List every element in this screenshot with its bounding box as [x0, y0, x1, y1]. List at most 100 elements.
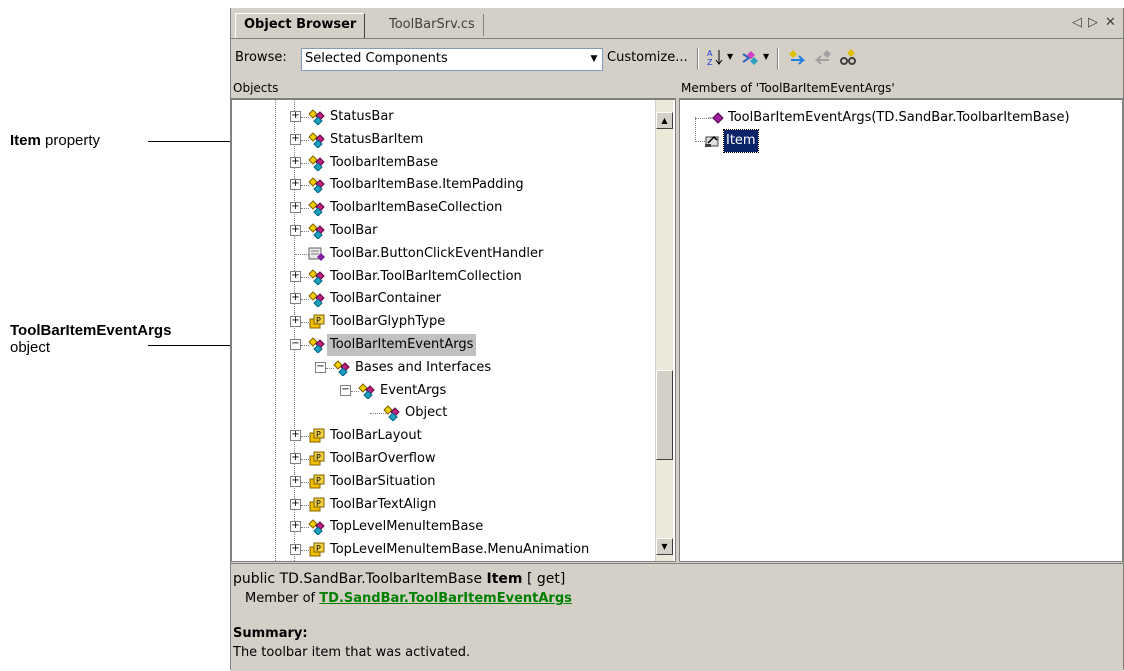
expand-icon[interactable]: +	[290, 111, 301, 122]
property-icon	[704, 133, 722, 149]
tree-item[interactable]: + P TopLevelMenuItemBase.MenuAnimation	[232, 539, 652, 561]
object-browser-window: Object Browser ToolBarSrv.cs ◁ ▷ ✕ Brows…	[230, 8, 1124, 671]
objects-scrollbar[interactable]: ▲ ▼	[655, 100, 673, 561]
callout-item-rest: property	[40, 132, 101, 149]
tree-item[interactable]: + ToolBarContainer	[232, 288, 652, 310]
tree-item[interactable]: − ToolBarItemEventArgs	[232, 334, 652, 356]
member-of-link[interactable]: TD.SandBar.ToolBarItemEventArgs	[319, 591, 572, 606]
tree-item[interactable]: + P ToolBarGlyphType	[232, 311, 652, 333]
class-icon	[308, 268, 326, 286]
tree-item[interactable]: + P ToolBarLayout	[232, 425, 652, 447]
tree-item[interactable]: + P ToolBarOverflow	[232, 448, 652, 470]
description-pane: public TD.SandBar.ToolbarItemBase Item […	[231, 563, 1123, 671]
tree-item-label: ToolbarItemBase.ItemPadding	[330, 177, 524, 193]
go-forward-icon[interactable]	[813, 48, 833, 70]
member-connector	[695, 118, 709, 119]
tree-item[interactable]: + StatusBar	[232, 106, 652, 128]
tree-item[interactable]: ToolBar.ButtonClickEventHandler	[232, 243, 652, 265]
scroll-tabs-left-icon[interactable]: ◁	[1072, 15, 1082, 30]
browser-toolbar: Browse: Selected Components ▼ Customize.…	[231, 46, 1123, 72]
expand-icon[interactable]: +	[290, 133, 301, 145]
expand-icon[interactable]: +	[290, 225, 301, 236]
members-list[interactable]: ToolBarItemEventArgs(TD.SandBar.ToolbarI…	[679, 99, 1123, 562]
sort-alpha-icon[interactable]: AZ	[707, 48, 723, 70]
toolbar-separator-2	[777, 48, 779, 70]
expand-icon[interactable]: +	[290, 270, 301, 282]
enum-icon: P	[308, 542, 326, 558]
tab-toolbarsrv[interactable]: ToolBarSrv.cs	[381, 14, 484, 36]
tab-object-browser[interactable]: Object Browser	[235, 13, 366, 38]
filter-dropdown-icon[interactable]: ▼	[763, 52, 769, 61]
expand-icon[interactable]: +	[290, 453, 301, 464]
tree-item-label: ToolBarLayout	[330, 428, 422, 444]
browse-scope-select[interactable]: Selected Components ▼	[301, 48, 603, 71]
method-icon	[708, 110, 726, 126]
expand-icon[interactable]: +	[290, 498, 301, 510]
signature-name: Item	[486, 571, 523, 587]
sort-dropdown-icon[interactable]: ▼	[727, 52, 733, 61]
svg-text:P: P	[316, 430, 321, 439]
scroll-tabs-right-icon[interactable]: ▷	[1088, 15, 1098, 30]
find-symbol-icon[interactable]	[839, 48, 859, 70]
scroll-thumb[interactable]	[656, 370, 673, 460]
class-icon	[308, 154, 326, 172]
callout-item-bold: Item	[10, 132, 41, 149]
tree-item-label: ToolBar.ButtonClickEventHandler	[330, 245, 544, 261]
enum-icon: P	[308, 497, 326, 513]
member-item-row[interactable]: Item	[680, 129, 1120, 153]
collapse-icon[interactable]: −	[290, 339, 301, 350]
tree-item-label: TopLevelMenuItemBase	[330, 519, 484, 535]
tree-item-label: ToolBarGlyphType	[330, 314, 446, 330]
dropdown-arrow-icon[interactable]: ▼	[586, 49, 602, 70]
expand-icon[interactable]: +	[290, 293, 301, 305]
expand-icon[interactable]: +	[290, 179, 301, 191]
collapse-icon[interactable]: −	[340, 384, 351, 396]
document-tab-strip: Object Browser ToolBarSrv.cs ◁ ▷ ✕	[231, 8, 1123, 39]
tree-item[interactable]: + StatusBarItem	[232, 129, 652, 151]
tree-item[interactable]: Object	[232, 402, 652, 424]
signature-prefix: public TD.SandBar.ToolbarItemBase	[233, 571, 487, 587]
tree-item[interactable]: + TopLevelMenuItemBase	[232, 516, 652, 538]
tree-item-label: StatusBar	[330, 109, 394, 124]
collapse-icon[interactable]: −	[315, 361, 326, 373]
expand-icon[interactable]: +	[290, 544, 301, 556]
class-icon	[358, 382, 376, 400]
member-constructor-row[interactable]: ToolBarItemEventArgs(TD.SandBar.ToolbarI…	[680, 107, 1120, 129]
expand-icon[interactable]: +	[290, 156, 301, 168]
tree-item[interactable]: + ToolbarItemBaseCollection	[232, 197, 652, 219]
scroll-up-arrow-icon[interactable]: ▲	[656, 112, 673, 129]
close-tab-icon[interactable]: ✕	[1105, 15, 1116, 30]
scroll-down-arrow-icon[interactable]: ▼	[656, 538, 673, 555]
browse-label: Browse:	[235, 50, 287, 65]
enum-icon: P	[308, 474, 326, 490]
tree-item-label: TopLevelMenuItemBase.MenuAnimation	[330, 542, 590, 558]
objects-tree[interactable]: + StatusBar + StatusBarItem + ToolbarItemBase…	[231, 99, 676, 562]
expand-icon[interactable]: +	[290, 202, 301, 214]
tree-item[interactable]: + P ToolBarTextAlign	[232, 494, 652, 516]
enum-icon: P	[308, 314, 326, 330]
callout-eventargs-rest: object	[10, 339, 51, 356]
svg-text:P: P	[316, 316, 321, 325]
filter-members-icon[interactable]	[741, 48, 759, 70]
expand-icon[interactable]: +	[290, 316, 301, 328]
tree-item[interactable]: + ToolBar	[232, 220, 652, 242]
tree-item[interactable]: + ToolbarItemBase.ItemPadding	[232, 174, 652, 196]
svg-text:P: P	[316, 453, 321, 462]
tree-item[interactable]: − Bases and Interfaces	[232, 357, 652, 379]
customize-button[interactable]: Customize...	[607, 50, 688, 65]
signature-suffix: [ get]	[522, 571, 566, 587]
expand-icon[interactable]: +	[290, 430, 301, 442]
tree-item[interactable]: + P ToolBarSituation	[232, 471, 652, 493]
expand-icon[interactable]: +	[290, 521, 301, 533]
tree-item[interactable]: − EventArgs	[232, 380, 652, 402]
expand-icon[interactable]: +	[290, 475, 301, 487]
summary-label: Summary:	[233, 626, 308, 641]
tree-item[interactable]: + ToolBar.ToolBarItemCollection	[232, 266, 652, 288]
objects-pane-header: Objects	[231, 78, 676, 99]
tree-item-label: ToolBarTextAlign	[330, 496, 437, 512]
tree-item-label: Object	[405, 405, 448, 421]
tree-item-label: ToolBarContainer	[330, 291, 442, 307]
svg-text:A: A	[707, 49, 713, 58]
go-back-icon[interactable]	[787, 48, 807, 70]
tree-item[interactable]: + ToolbarItemBase	[232, 152, 652, 174]
